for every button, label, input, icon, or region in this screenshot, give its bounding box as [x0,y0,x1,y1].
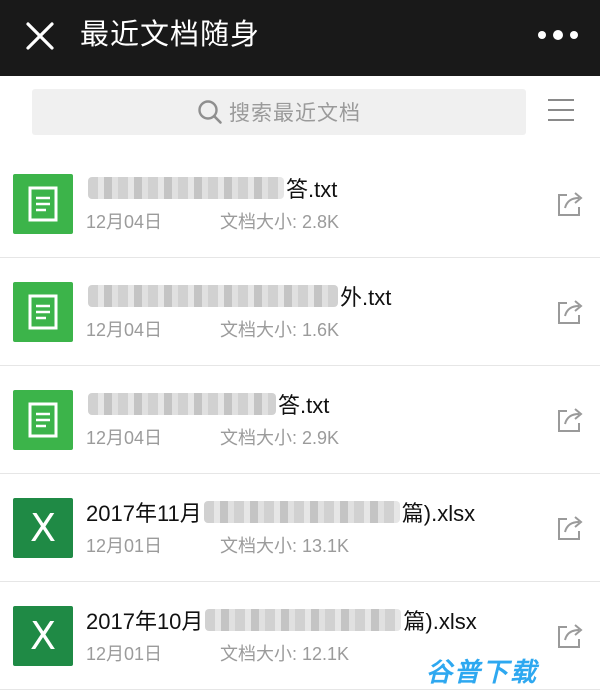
file-list: 答.txt 12月04日 文档大小: 2.8K 外.txt 12月04日 文档大… [0,150,600,690]
blurred-text [88,285,338,307]
file-row[interactable]: 答.txt 12月04日 文档大小: 2.8K [0,150,600,258]
file-name: 外.txt [86,280,391,312]
search-placeholder: 搜索最近文档 [229,102,361,125]
blurred-text [88,177,284,199]
more-dots-icon[interactable] [532,20,588,50]
excel-file-icon: X [13,498,73,558]
file-size: 文档大小: 2.9K [220,428,340,448]
excel-file-icon: X [13,606,73,666]
file-size: 文档大小: 2.8K [220,212,340,232]
search-row: 搜索最近文档 [0,76,600,150]
share-icon[interactable] [555,621,585,651]
watermark-logo: 谷普下载 [426,657,539,687]
file-name: 答.txt [86,172,337,204]
blurred-text [88,393,276,415]
share-icon[interactable] [555,405,585,435]
file-date: 12月01日 [86,536,163,556]
file-name: 2017年10月 篇).xlsx [86,609,477,634]
file-name: 2017年11月 篇).xlsx [86,501,476,526]
file-date: 12月04日 [86,212,163,232]
file-date: 12月04日 [86,428,163,448]
search-input[interactable]: 搜索最近文档 [32,89,526,135]
file-row[interactable]: 外.txt 12月04日 文档大小: 1.6K [0,258,600,366]
txt-file-icon [13,174,73,234]
file-size: 文档大小: 12.1K [220,644,350,664]
share-icon[interactable] [555,189,585,219]
page-title: 最近文档随身 [80,19,261,51]
search-icon [198,100,222,124]
file-size: 文档大小: 13.1K [220,536,350,556]
file-date: 12月04日 [86,320,163,340]
file-name: 答.txt [86,388,329,420]
top-bar: 最近文档随身 [0,0,600,76]
blurred-text [203,501,400,523]
txt-file-icon [13,390,73,450]
txt-file-icon [13,282,73,342]
blurred-text [205,609,402,631]
share-icon[interactable] [555,513,585,543]
share-icon[interactable] [555,297,585,327]
file-row[interactable]: X 2017年11月 篇).xlsx 12月01日 文档大小: 13.1K [0,474,600,582]
close-icon[interactable] [22,18,58,54]
file-row[interactable]: 答.txt 12月04日 文档大小: 2.9K [0,366,600,474]
file-size: 文档大小: 1.6K [220,320,340,340]
file-date: 12月01日 [86,644,163,664]
menu-icon[interactable] [546,96,576,124]
